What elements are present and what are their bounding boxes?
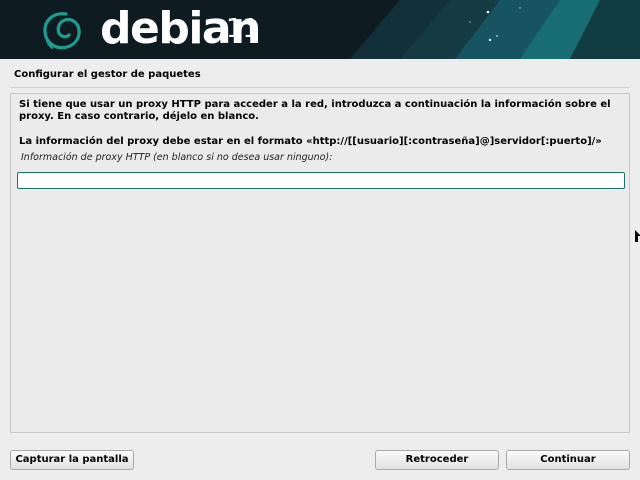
- back-button[interactable]: Retroceder: [375, 450, 499, 470]
- proxy-input[interactable]: [17, 172, 625, 189]
- debian-swirl-icon: [43, 12, 81, 50]
- page-title: Configurar el gestor de paquetes: [14, 69, 201, 80]
- header-banner: debian 11: [0, 0, 640, 59]
- content-panel: Si tiene que usar un proxy HTTP para acc…: [10, 93, 630, 433]
- continue-button[interactable]: Continuar: [506, 450, 630, 470]
- format-info-text: La información del proxy debe estar en e…: [19, 136, 602, 147]
- title-divider: [10, 87, 630, 88]
- banner-background: [0, 0, 640, 59]
- description-text: Si tiene que usar un proxy HTTP para acc…: [19, 99, 611, 122]
- screenshot-button[interactable]: Capturar la pantalla: [10, 450, 134, 470]
- mouse-cursor-icon: [635, 230, 640, 242]
- version-number: 11: [226, 14, 260, 44]
- proxy-field-label: Información de proxy HTTP (en blanco si …: [21, 152, 333, 163]
